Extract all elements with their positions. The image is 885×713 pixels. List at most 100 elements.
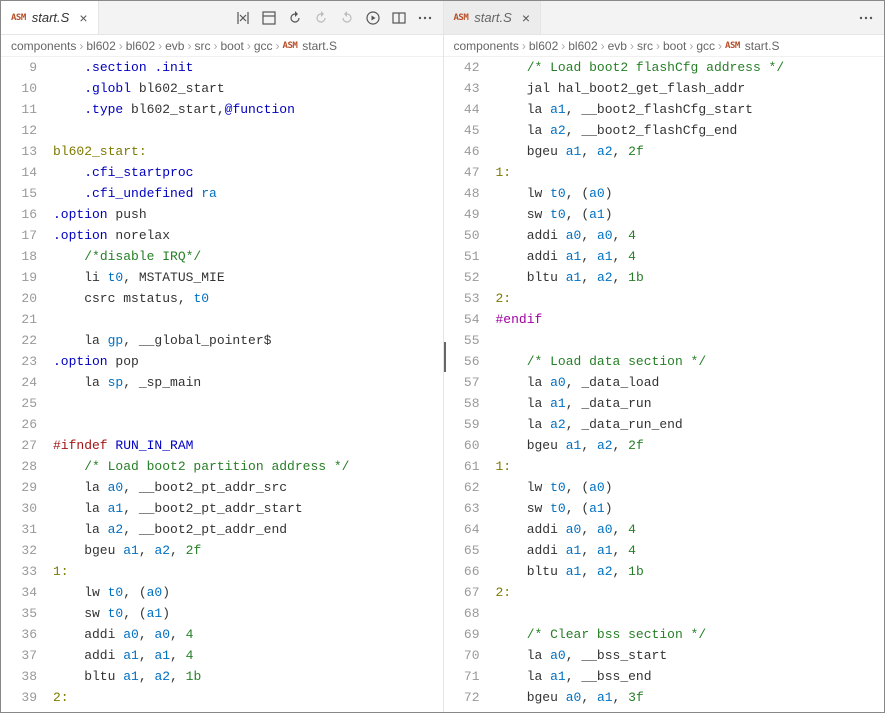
code-line[interactable]: la a1, __boot2_flashCfg_start bbox=[496, 99, 885, 120]
code-line[interactable]: 2: bbox=[53, 687, 443, 708]
code-line[interactable]: csrc mstatus, t0 bbox=[53, 288, 443, 309]
more-actions-icon[interactable] bbox=[858, 10, 874, 26]
code-line[interactable]: sw t0, (a1) bbox=[496, 498, 885, 519]
code-line[interactable]: la a2, __boot2_flashCfg_end bbox=[496, 120, 885, 141]
breadcrumb-item[interactable]: components bbox=[454, 39, 519, 53]
open-changes-icon[interactable] bbox=[261, 10, 277, 26]
code-line[interactable] bbox=[53, 414, 443, 435]
run-icon[interactable] bbox=[365, 10, 381, 26]
breadcrumb[interactable]: components›bl602›bl602›evb›src›boot›gcc›… bbox=[444, 35, 885, 57]
code-line[interactable]: .option push bbox=[53, 204, 443, 225]
code-line[interactable]: la a2, __boot2_pt_addr_end bbox=[53, 519, 443, 540]
code-line[interactable]: addi a0, a0, 4 bbox=[496, 225, 885, 246]
breadcrumb-item[interactable]: gcc bbox=[254, 39, 273, 53]
code-line[interactable]: bgeu a1, a2, 2f bbox=[496, 435, 885, 456]
code-line[interactable]: bltu a1, a2, 1b bbox=[496, 267, 885, 288]
code-line[interactable]: 2: bbox=[496, 582, 885, 603]
line-number: 22 bbox=[1, 330, 37, 351]
breadcrumb-item[interactable]: evb bbox=[608, 39, 627, 53]
code-line[interactable]: lw t0, (a0) bbox=[53, 582, 443, 603]
code-line[interactable]: 1: bbox=[496, 162, 885, 183]
code-line[interactable]: /*disable IRQ*/ bbox=[53, 246, 443, 267]
code-line[interactable]: sw t0, (a1) bbox=[53, 603, 443, 624]
code-line[interactable]: la a1, __boot2_pt_addr_start bbox=[53, 498, 443, 519]
code-line[interactable]: la gp, __global_pointer$ bbox=[53, 330, 443, 351]
breadcrumb-item[interactable]: bl602 bbox=[126, 39, 155, 53]
code-line[interactable]: la a0, _data_load bbox=[496, 372, 885, 393]
code-line[interactable]: bgeu a1, a2, 2f bbox=[496, 141, 885, 162]
code-line[interactable]: sw t0, (a1) bbox=[496, 204, 885, 225]
editor-tab[interactable]: ASM start.S × bbox=[1, 1, 99, 34]
code-line[interactable]: la a1, __bss_end bbox=[496, 666, 885, 687]
code-line[interactable]: la a0, __boot2_pt_addr_src bbox=[53, 477, 443, 498]
code-line[interactable]: #ifndef RUN_IN_RAM bbox=[53, 435, 443, 456]
close-icon[interactable]: × bbox=[75, 11, 87, 25]
code-line[interactable]: .cfi_startproc bbox=[53, 162, 443, 183]
breadcrumb-item[interactable]: src bbox=[637, 39, 653, 53]
breadcrumb[interactable]: components›bl602›bl602›evb›src›boot›gcc›… bbox=[1, 35, 443, 57]
breadcrumb-item[interactable]: evb bbox=[165, 39, 184, 53]
code-line[interactable]: li t0, MSTATUS_MIE bbox=[53, 267, 443, 288]
code-line[interactable]: addi a1, a1, 4 bbox=[496, 246, 885, 267]
code-line[interactable] bbox=[53, 309, 443, 330]
code-line[interactable]: jal hal_boot2_get_flash_addr bbox=[496, 78, 885, 99]
code-line[interactable]: .globl bl602_start bbox=[53, 78, 443, 99]
code-line[interactable]: addi a0, a0, 4 bbox=[496, 519, 885, 540]
breadcrumb-item[interactable]: src bbox=[194, 39, 210, 53]
close-icon[interactable]: × bbox=[518, 11, 530, 25]
split-drag-handle[interactable] bbox=[443, 342, 446, 372]
breadcrumb-item[interactable]: bl602 bbox=[529, 39, 558, 53]
code-content[interactable]: /* Load boot2 flashCfg address */ jal ha… bbox=[494, 57, 885, 712]
code-line[interactable]: bltu a1, a2, 1b bbox=[496, 561, 885, 582]
code-line[interactable]: bgeu a0, a1, 3f bbox=[496, 687, 885, 708]
code-line[interactable]: #endif bbox=[496, 309, 885, 330]
split-editor: ASM start.S × components›bl602›bl602›evb… bbox=[1, 1, 884, 712]
code-line[interactable]: .section .init bbox=[53, 57, 443, 78]
code-line[interactable]: addi a1, a1, 4 bbox=[53, 645, 443, 666]
compare-changes-icon[interactable] bbox=[235, 10, 251, 26]
code-line[interactable]: /* Load boot2 flashCfg address */ bbox=[496, 57, 885, 78]
code-line[interactable]: 2: bbox=[496, 288, 885, 309]
code-line[interactable]: 1: bbox=[53, 561, 443, 582]
editor-tab[interactable]: ASM start.S × bbox=[444, 1, 542, 34]
code-line[interactable]: /* Load boot2 partition address */ bbox=[53, 456, 443, 477]
breadcrumb-item[interactable]: gcc bbox=[696, 39, 715, 53]
code-line[interactable] bbox=[53, 393, 443, 414]
breadcrumb-item[interactable]: start.S bbox=[745, 39, 780, 53]
code-editor[interactable]: 9101112131415161718192021222324252627282… bbox=[1, 57, 443, 712]
breadcrumb-item[interactable]: bl602 bbox=[568, 39, 597, 53]
code-line[interactable]: la a0, __bss_start bbox=[496, 645, 885, 666]
code-line[interactable]: la a1, _data_run bbox=[496, 393, 885, 414]
breadcrumb-item[interactable]: bl602 bbox=[86, 39, 115, 53]
code-line[interactable] bbox=[496, 330, 885, 351]
breadcrumb-item[interactable]: boot bbox=[220, 39, 243, 53]
code-line[interactable]: lw t0, (a0) bbox=[496, 477, 885, 498]
code-line[interactable]: bltu a1, a2, 1b bbox=[53, 666, 443, 687]
revert-icon[interactable] bbox=[287, 10, 303, 26]
breadcrumb-item[interactable]: start.S bbox=[302, 39, 337, 53]
code-content[interactable]: .section .init .globl bl602_start .type … bbox=[51, 57, 443, 712]
code-line[interactable]: 1: bbox=[496, 456, 885, 477]
code-line[interactable]: .type bl602_start,@function bbox=[53, 99, 443, 120]
code-line[interactable]: bgeu a1, a2, 2f bbox=[53, 540, 443, 561]
split-editor-icon[interactable] bbox=[391, 10, 407, 26]
code-line[interactable] bbox=[496, 603, 885, 624]
more-actions-icon[interactable] bbox=[417, 10, 433, 26]
code-line[interactable]: addi a1, a1, 4 bbox=[496, 540, 885, 561]
code-line[interactable]: la sp, _sp_main bbox=[53, 372, 443, 393]
code-editor[interactable]: 4243444546474849505152535455565758596061… bbox=[444, 57, 885, 712]
breadcrumb-item[interactable]: components bbox=[11, 39, 76, 53]
code-line[interactable]: bl602_start: bbox=[53, 141, 443, 162]
code-line[interactable]: .option norelax bbox=[53, 225, 443, 246]
code-line[interactable]: .option pop bbox=[53, 351, 443, 372]
next-change-icon bbox=[339, 10, 355, 26]
code-line[interactable]: /* Load data section */ bbox=[496, 351, 885, 372]
code-line[interactable]: lw t0, (a0) bbox=[496, 183, 885, 204]
code-line[interactable]: /* Clear bss section */ bbox=[496, 624, 885, 645]
code-line[interactable]: .cfi_undefined ra bbox=[53, 183, 443, 204]
code-line[interactable]: addi a0, a0, 4 bbox=[53, 624, 443, 645]
code-line[interactable]: la a2, _data_run_end bbox=[496, 414, 885, 435]
chevron-right-icon: › bbox=[158, 39, 162, 53]
code-line[interactable] bbox=[53, 120, 443, 141]
breadcrumb-item[interactable]: boot bbox=[663, 39, 686, 53]
